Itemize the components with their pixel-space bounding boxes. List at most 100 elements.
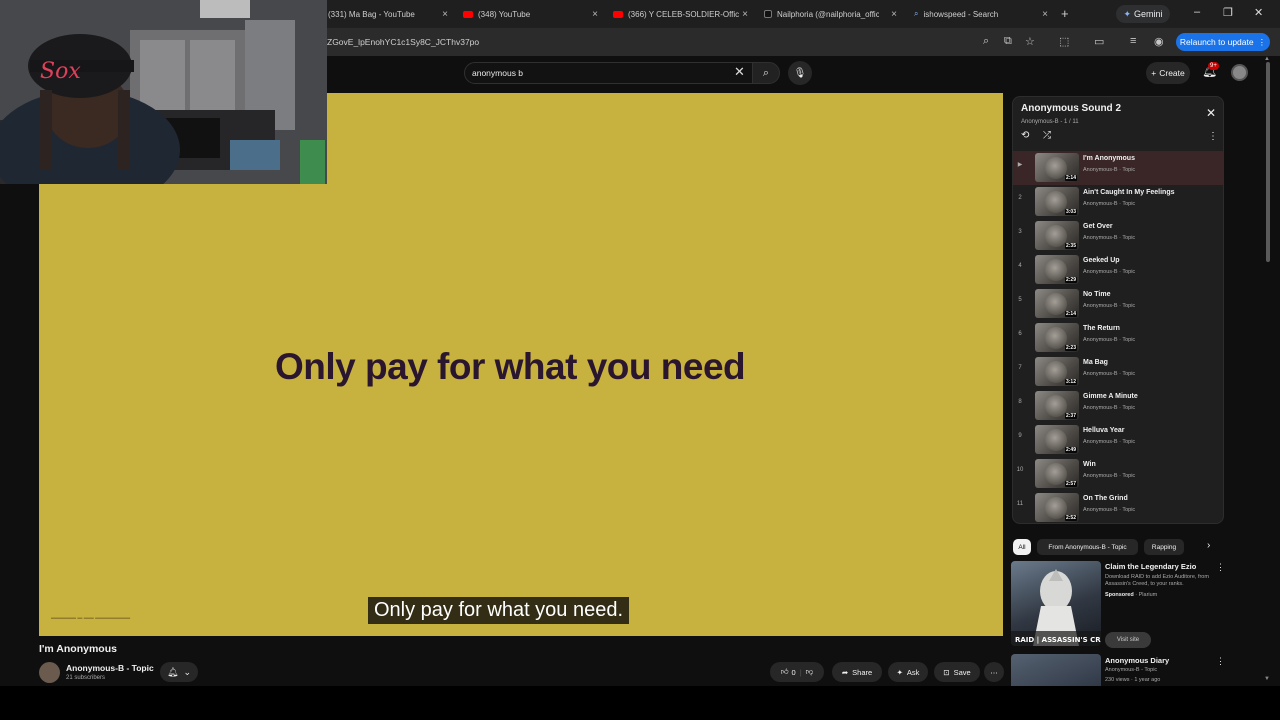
- install-icon[interactable]: ⧉: [1004, 35, 1012, 48]
- playlist-track[interactable]: 4 2:29 Geeked Up Anonymous-B · Topic: [1013, 253, 1223, 287]
- extensions-icon[interactable]: ⬚: [1059, 35, 1069, 48]
- relaunch-button[interactable]: Relaunch to update ⋮: [1176, 33, 1270, 51]
- share-button[interactable]: ➦ Share: [832, 662, 882, 682]
- browser-tab[interactable]: (366) Y CELEB-SOLDIER-Offic ×: [613, 4, 748, 24]
- like-dislike-group: 👍︎ 0 | 👎︎: [770, 662, 824, 682]
- playlist-track[interactable]: 2 3:03 Ain't Caught In My Feelings Anonymou…: [1013, 185, 1223, 219]
- loop-icon[interactable]: ⟲: [1021, 130, 1029, 141]
- profile-icon[interactable]: ◉: [1154, 35, 1164, 48]
- clear-search-icon[interactable]: ✕: [734, 64, 745, 80]
- close-tab-icon[interactable]: ×: [592, 9, 598, 20]
- playlist-track[interactable]: 9 2:49 Helluva Year Anonymous-B · Topic: [1013, 423, 1223, 457]
- tab-title: (348) YouTube: [478, 9, 531, 19]
- microphone-icon: 🎙︎: [793, 67, 807, 79]
- ask-label: Ask: [906, 667, 920, 677]
- zoom-icon[interactable]: ⌕: [983, 35, 989, 48]
- ad-description: Download RAID to add Ezio Auditore, from…: [1105, 574, 1209, 587]
- url-field[interactable]: ZGovE_lpEnohYC1c1Sy8C_JCThv37po: [327, 37, 479, 47]
- close-icon[interactable]: ✕: [1206, 106, 1216, 120]
- track-title: Helluva Year: [1083, 427, 1125, 434]
- playlist-track[interactable]: 6 2:23 The Return Anonymous-B · Topic: [1013, 321, 1223, 355]
- chip-rapping[interactable]: Rapping: [1144, 539, 1184, 555]
- create-button[interactable]: + Create: [1146, 62, 1190, 84]
- gemini-button[interactable]: ✦ Gemini: [1116, 5, 1170, 23]
- close-tab-icon[interactable]: ×: [742, 9, 748, 20]
- close-window-icon[interactable]: ✕: [1254, 6, 1263, 19]
- chip-from-channel[interactable]: From Anonymous-B - Topic: [1037, 539, 1138, 555]
- track-duration: 2:37: [1064, 413, 1077, 419]
- more-vert-icon[interactable]: ⋮: [1216, 656, 1225, 667]
- search-button[interactable]: ⌕: [752, 62, 780, 84]
- tab-title: (331) Ma Bag - YouTube: [328, 9, 415, 19]
- browser-tab[interactable]: Nailphoria (@nailphoria_offic ×: [764, 4, 897, 24]
- tab-title: ishowspeed - Search: [923, 9, 999, 19]
- relaunch-label: Relaunch to update: [1179, 37, 1254, 47]
- more-vert-icon[interactable]: ⋮: [1208, 131, 1218, 142]
- track-thumbnail: 2:37: [1035, 391, 1079, 420]
- media-controls-icon[interactable]: ≡: [1130, 35, 1136, 47]
- playlist-track[interactable]: 5 2:14 No Time Anonymous-B · Topic: [1013, 287, 1223, 321]
- ad-thumbnail-image: RAID | ASSASSIN'S CREED: [1011, 569, 1101, 646]
- chip-all[interactable]: All: [1013, 539, 1031, 555]
- voice-search-button[interactable]: 🎙︎: [788, 61, 812, 85]
- video-title: I'm Anonymous: [39, 643, 117, 655]
- ad-thumbnail[interactable]: RAID | ASSASSIN'S CREED: [1011, 561, 1101, 646]
- track-artist: Anonymous-B · Topic: [1083, 201, 1136, 207]
- sidepanel-icon[interactable]: ▭: [1094, 35, 1104, 48]
- playlist-track[interactable]: 3 2:35 Get Over Anonymous-B · Topic: [1013, 219, 1223, 253]
- thumbs-down-icon[interactable]: 👎︎: [806, 667, 814, 677]
- tab-title: Nailphoria (@nailphoria_offic: [777, 9, 879, 19]
- webcam-overlay: Sox: [0, 0, 327, 184]
- browser-tab[interactable]: (348) YouTube ×: [463, 4, 598, 24]
- playlist-track[interactable]: 10 2:57 Win Anonymous-B · Topic: [1013, 457, 1223, 491]
- minimize-icon[interactable]: –: [1194, 6, 1200, 18]
- close-tab-icon[interactable]: ×: [891, 9, 897, 20]
- track-duration: 3:12: [1064, 379, 1077, 385]
- share-label: Share: [852, 667, 873, 677]
- playlist-track[interactable]: 7 3:12 Ma Bag Anonymous-B · Topic: [1013, 355, 1223, 389]
- advertiser-name: Plarium: [1138, 592, 1158, 598]
- playlist-track[interactable]: 8 2:37 Gimme A Minute Anonymous-B · Topic: [1013, 389, 1223, 423]
- subscription-notify-button[interactable]: 🔔︎ ⌄: [160, 662, 198, 682]
- recommended-title[interactable]: Anonymous Diary: [1105, 656, 1169, 665]
- scroll-down-icon[interactable]: ▼: [1264, 676, 1270, 682]
- track-artist: Anonymous-B · Topic: [1083, 507, 1136, 513]
- more-actions-button[interactable]: ⋯: [984, 662, 1004, 682]
- bookmark-star-icon[interactable]: ☆: [1025, 35, 1035, 48]
- track-duration: 2:23: [1064, 345, 1077, 351]
- sparkle-icon: ✦: [896, 667, 903, 677]
- playlist-track[interactable]: ▶ 2:14 I'm Anonymous Anonymous-B · Topic: [1013, 151, 1223, 185]
- ad-sponsor-line: Sponsored · Plarium: [1105, 592, 1158, 598]
- more-vert-icon[interactable]: ⋮: [1216, 562, 1225, 573]
- ad-title[interactable]: Claim the Legendary Ezio: [1105, 562, 1196, 571]
- chevron-right-icon[interactable]: ›: [1207, 540, 1210, 551]
- save-label: Save: [953, 667, 971, 677]
- ad-thumbnail-text: RAID | ASSASSIN'S CREED: [1015, 636, 1101, 645]
- close-tab-icon[interactable]: ×: [1042, 9, 1048, 20]
- new-tab-button[interactable]: +: [1061, 6, 1069, 21]
- like-button[interactable]: 👍︎ 0: [781, 667, 796, 677]
- visit-site-button[interactable]: Visit site: [1105, 632, 1151, 648]
- browser-tab[interactable]: (331) Ma Bag - YouTube ×: [328, 4, 448, 24]
- playlist-panel: Anonymous Sound 2 Anonymous-B - 1 / 11 ✕…: [1012, 96, 1224, 524]
- closed-caption: Only pay for what you need.: [368, 597, 630, 624]
- track-index: 3: [1018, 229, 1022, 235]
- bell-icon: 🔔︎: [167, 666, 179, 677]
- save-button[interactable]: ⊡ Save: [934, 662, 980, 682]
- account-avatar[interactable]: [1231, 64, 1248, 81]
- playlist-title[interactable]: Anonymous Sound 2: [1021, 103, 1121, 114]
- shuffle-icon[interactable]: ⤮: [1043, 130, 1051, 141]
- track-index: 4: [1018, 263, 1022, 269]
- close-tab-icon[interactable]: ×: [442, 9, 448, 20]
- like-count: 0: [791, 667, 796, 677]
- restore-icon[interactable]: ❐: [1223, 6, 1233, 19]
- page-scrollbar[interactable]: [1266, 62, 1270, 262]
- track-index: 9: [1018, 433, 1022, 439]
- channel-avatar[interactable]: [39, 662, 60, 683]
- ask-button[interactable]: ✦ Ask: [888, 662, 928, 682]
- track-thumbnail: 2:49: [1035, 425, 1079, 454]
- playlist-track[interactable]: 11 2:52 On The Grind Anonymous-B · Topic: [1013, 491, 1223, 523]
- channel-name[interactable]: Anonymous-B - Topic: [66, 663, 154, 673]
- browser-tab[interactable]: ⌕ ishowspeed - Search ×: [914, 4, 1048, 24]
- search-icon: ⌕: [914, 9, 919, 18]
